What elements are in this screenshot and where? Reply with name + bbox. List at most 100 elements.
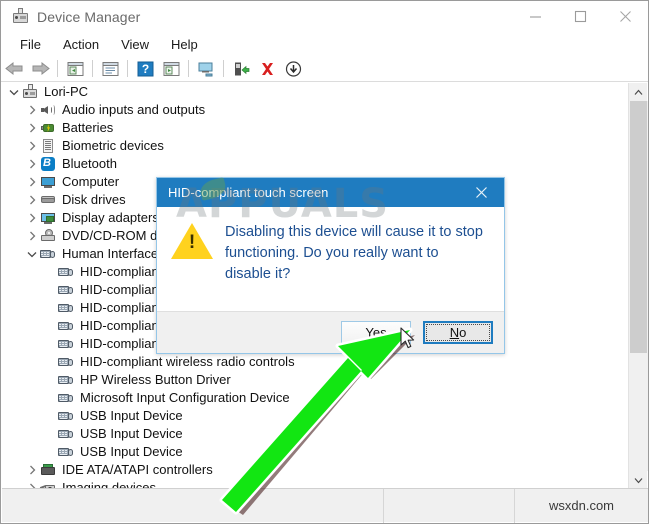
tree-item[interactable]: Audio inputs and outputs bbox=[2, 101, 628, 119]
yes-button-label: Yes bbox=[365, 325, 387, 340]
minimize-icon[interactable] bbox=[513, 1, 558, 32]
hid-icon bbox=[58, 354, 74, 370]
back-icon[interactable] bbox=[1, 57, 27, 81]
wsxdn-watermark: wsxdn.com bbox=[548, 498, 615, 513]
update-driver-icon[interactable] bbox=[193, 57, 219, 81]
monitor-icon bbox=[40, 174, 56, 190]
dialog-message: Disabling this device will cause it to s… bbox=[225, 224, 483, 282]
help-icon[interactable]: ? bbox=[132, 57, 158, 81]
computer-root-icon bbox=[22, 84, 38, 100]
tree-item-label: USB Input Device bbox=[80, 444, 183, 459]
chevron-down-icon[interactable] bbox=[24, 245, 40, 263]
scroll-up-icon[interactable] bbox=[629, 83, 648, 101]
chevron-right-icon[interactable] bbox=[24, 155, 40, 173]
tree-item-label: Microsoft Input Configuration Device bbox=[80, 390, 290, 405]
device-manager-icon bbox=[12, 8, 29, 25]
status-bar: wsxdn.com bbox=[2, 488, 648, 523]
chevron-right-icon[interactable] bbox=[24, 173, 40, 191]
vertical-scrollbar[interactable] bbox=[628, 83, 648, 489]
chevron-right-icon[interactable] bbox=[24, 191, 40, 209]
enable-device-icon[interactable] bbox=[228, 57, 254, 81]
chevron-placeholder bbox=[42, 299, 58, 317]
hid-icon bbox=[58, 300, 74, 316]
tree-item[interactable]: Batteries bbox=[2, 119, 628, 137]
chevron-placeholder bbox=[42, 281, 58, 299]
uninstall-device-icon[interactable] bbox=[254, 57, 280, 81]
disable-device-icon[interactable] bbox=[280, 57, 306, 81]
chevron-right-icon[interactable] bbox=[24, 137, 40, 155]
tree-item[interactable]: HID-compliant wireless radio controls bbox=[2, 353, 628, 371]
dialog-footer: Yes No bbox=[157, 311, 504, 353]
menu-file[interactable]: File bbox=[10, 35, 51, 54]
chevron-right-icon[interactable] bbox=[24, 101, 40, 119]
tree-item[interactable]: USB Input Device bbox=[2, 425, 628, 443]
disable-device-dialog: HID-compliant touch screen ! Disabling t… bbox=[156, 177, 505, 354]
scroll-down-icon[interactable] bbox=[629, 471, 648, 489]
tree-item[interactable]: Microsoft Input Configuration Device bbox=[2, 389, 628, 407]
hid-icon bbox=[58, 336, 74, 352]
show-hide-console-tree-icon[interactable] bbox=[62, 57, 88, 81]
chevron-placeholder bbox=[42, 317, 58, 335]
tree-item-label: Biometric devices bbox=[62, 138, 164, 153]
no-button-label: No bbox=[449, 325, 467, 340]
status-cell-watermark: wsxdn.com bbox=[515, 489, 648, 523]
toolbar-separator bbox=[57, 60, 58, 77]
fingerprint-icon bbox=[40, 138, 56, 154]
bluetooth-icon: B bbox=[40, 156, 56, 172]
menu-help[interactable]: Help bbox=[161, 35, 208, 54]
chevron-placeholder bbox=[42, 335, 58, 353]
tree-item[interactable]: IDE ATA/ATAPI controllers bbox=[2, 461, 628, 479]
menu-action[interactable]: Action bbox=[53, 35, 109, 54]
tree-item-label: IDE ATA/ATAPI controllers bbox=[62, 462, 213, 477]
tree-item-label: Disk drives bbox=[62, 192, 126, 207]
device-manager-window: Device Manager File Action View Help ? L… bbox=[0, 0, 649, 524]
yes-button[interactable]: Yes bbox=[341, 321, 411, 344]
dialog-body: ! Disabling this device will cause it to… bbox=[157, 207, 504, 311]
tree-item-label: USB Input Device bbox=[80, 408, 183, 423]
scrollbar-track[interactable] bbox=[629, 101, 648, 471]
tree-item-label: Display adapters bbox=[62, 210, 159, 225]
close-icon[interactable] bbox=[459, 178, 504, 207]
menu-view[interactable]: View bbox=[111, 35, 159, 54]
forward-icon[interactable] bbox=[27, 57, 53, 81]
tree-item[interactable]: Lori-PC bbox=[2, 83, 628, 101]
toolbar: ? bbox=[1, 56, 648, 82]
menu-bar: File Action View Help bbox=[1, 32, 648, 56]
tree-item-label: HID-compliant wireless radio controls bbox=[80, 354, 295, 369]
status-cell-secondary bbox=[384, 488, 515, 523]
hid-icon bbox=[58, 426, 74, 442]
svg-text:?: ? bbox=[141, 62, 148, 76]
tree-item-label: Lori-PC bbox=[44, 84, 89, 99]
scan-for-hardware-changes-icon[interactable] bbox=[158, 57, 184, 81]
chevron-right-icon[interactable] bbox=[24, 461, 40, 479]
chevron-right-icon[interactable] bbox=[24, 119, 40, 137]
tree-item-label: HP Wireless Button Driver bbox=[80, 372, 231, 387]
dialog-title-bar: HID-compliant touch screen bbox=[157, 178, 504, 207]
scrollbar-thumb[interactable] bbox=[630, 101, 647, 353]
maximize-icon[interactable] bbox=[558, 1, 603, 32]
tree-item[interactable]: USB Input Device bbox=[2, 407, 628, 425]
tree-item[interactable]: B Bluetooth bbox=[2, 155, 628, 173]
chevron-right-icon[interactable] bbox=[24, 209, 40, 227]
chevron-down-icon[interactable] bbox=[6, 83, 22, 101]
tree-item-label: Computer bbox=[62, 174, 120, 189]
no-button[interactable]: No bbox=[423, 321, 493, 344]
properties-icon[interactable] bbox=[97, 57, 123, 81]
close-icon[interactable] bbox=[603, 1, 648, 32]
chevron-right-icon[interactable] bbox=[24, 227, 40, 245]
toolbar-separator bbox=[223, 60, 224, 77]
tree-item[interactable]: Biometric devices bbox=[2, 137, 628, 155]
chevron-placeholder bbox=[42, 443, 58, 461]
chevron-placeholder bbox=[42, 371, 58, 389]
tree-item[interactable]: HP Wireless Button Driver bbox=[2, 371, 628, 389]
hid-icon bbox=[58, 444, 74, 460]
warning-triangle-icon: ! bbox=[171, 223, 213, 261]
tree-item[interactable]: USB Input Device bbox=[2, 443, 628, 461]
chevron-placeholder bbox=[42, 353, 58, 371]
toolbar-separator bbox=[92, 60, 93, 77]
hid-icon bbox=[58, 264, 74, 280]
window-controls bbox=[513, 1, 648, 32]
hid-icon bbox=[40, 246, 56, 262]
tree-item-label: Audio inputs and outputs bbox=[62, 102, 206, 117]
tree-item-label: USB Input Device bbox=[80, 426, 183, 441]
